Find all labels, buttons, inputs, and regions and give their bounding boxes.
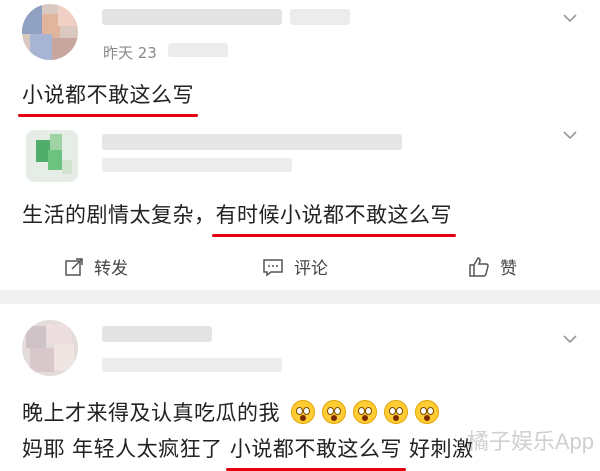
badge-blurred [290,9,350,25]
avatar[interactable] [26,130,78,182]
surprised-face-icon [415,400,440,424]
chevron-down-icon[interactable] [563,128,577,142]
highlighted-text: 有时候小说都不敢这么写 [211,202,456,237]
comment-button[interactable]: 评论 [262,254,328,279]
section-divider [0,290,600,304]
comment-line-1: 晚上才来得及认真吃瓜的我 [22,400,446,426]
meta-blurred [102,158,292,172]
like-label: 赞 [500,259,517,279]
comment-time: 昨天 23 [103,44,157,62]
surprised-face-icon [384,400,409,424]
highlight-label: 有时候小说都不敢这么写 [215,203,452,227]
surprised-face-icon [353,400,378,424]
repost-button[interactable]: 转发 [64,254,128,279]
username-blurred[interactable] [102,9,282,25]
like-button[interactable]: 赞 [468,254,517,279]
repost-icon [65,257,83,276]
comment-1: 昨天 23 小说都不敢这么写 [0,0,600,122]
avatar-image [22,4,78,60]
repost-label: 转发 [94,259,128,279]
avatar[interactable] [22,4,78,60]
comment-2: 生活的剧情太复杂，有时候小说都不敢这么写 [0,122,600,244]
avatar-image [22,320,78,376]
watermark: 橘子娱乐App [466,429,594,454]
surprised-face-icon [322,400,347,424]
chevron-down-icon[interactable] [563,11,577,25]
thumbs-up-icon [469,256,489,277]
red-underline [211,234,456,237]
username-blurred[interactable] [102,326,212,342]
comment-text: 生活的剧情太复杂，有时候小说都不敢这么写 [22,202,456,237]
action-bar: 转发 评论 赞 [0,244,600,290]
plain-text: 生活的剧情太复杂， [22,203,216,227]
surprised-emoji-row [291,400,446,425]
surprised-face-icon [291,400,316,424]
avatar[interactable] [22,320,78,376]
meta-blurred [102,358,282,372]
username-blurred[interactable] [102,134,402,150]
comment-line-2: 妈耶 年轻人太疯狂了 小说都不敢这么写 好刺激 [22,436,474,471]
comment-icon [263,258,283,276]
line-2-end: 好刺激 [401,437,474,461]
line-2-plain: 妈耶 年轻人太疯狂了 [22,437,230,461]
meta-blurred [168,43,228,57]
red-underline [18,114,198,117]
line-1-text: 晚上才来得及认真吃瓜的我 [22,401,280,425]
avatar-image [26,130,78,182]
chevron-down-icon[interactable] [563,332,577,346]
highlighted-text: 小说都不敢这么写 [18,82,198,117]
highlight-label: 小说都不敢这么写 [229,437,402,461]
comment-text: 小说都不敢这么写 [18,82,198,117]
highlighted-text: 小说都不敢这么写 [225,436,406,471]
highlight-label: 小说都不敢这么写 [22,83,194,107]
comment-label: 评论 [294,259,328,279]
